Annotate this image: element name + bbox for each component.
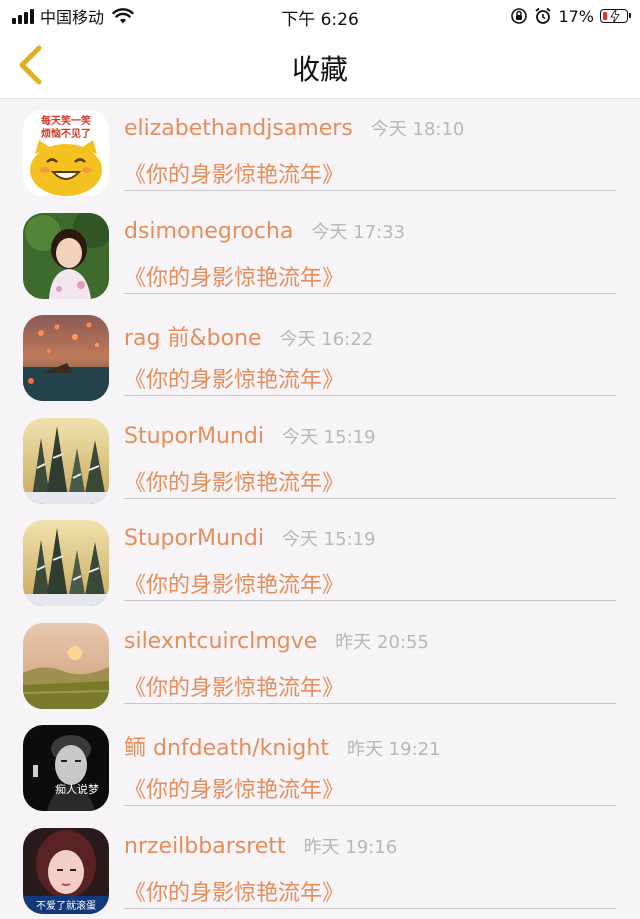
song-title[interactable]: 《你的身影惊艳流年》 — [124, 772, 344, 804]
song-title[interactable]: 《你的身影惊艳流年》 — [124, 157, 344, 189]
song-title[interactable]: 《你的身影惊艳流年》 — [124, 670, 344, 702]
row-body: StuporMundi 今天 15:19 《你的身影惊艳流年》 — [124, 407, 616, 510]
divider — [124, 805, 616, 806]
list-item[interactable]: StuporMundi 今天 15:19 《你的身影惊艳流年》 — [0, 509, 640, 612]
user-name[interactable]: StuporMundi — [124, 424, 264, 449]
orientation-lock-icon — [510, 7, 528, 25]
user-name[interactable]: elizabethandjsamers — [124, 116, 353, 141]
row-body: StuporMundi 今天 15:19 《你的身影惊艳流年》 — [124, 509, 616, 612]
timestamp: 今天 18:10 — [371, 115, 465, 141]
list-item[interactable]: 痴人说梦 鲕 dnfdeath/knight 昨天 19:21 《你的身影惊艳流… — [0, 714, 640, 817]
list-item[interactable]: rag 前&bone 今天 16:22 《你的身影惊艳流年》 — [0, 304, 640, 407]
row-body: dsimonegrocha 今天 17:33 《你的身影惊艳流年》 — [124, 202, 616, 305]
user-name[interactable]: nrzeilbbarsrett — [124, 834, 286, 859]
user-name[interactable]: StuporMundi — [124, 526, 264, 551]
song-title[interactable]: 《你的身影惊艳流年》 — [124, 260, 344, 292]
row-body: nrzeilbbarsrett 昨天 19:16 《你的身影惊艳流年》 — [124, 817, 616, 919]
avatar[interactable]: 痴人说梦 — [23, 725, 109, 811]
divider — [124, 703, 616, 704]
user-name[interactable]: 鲕 dnfdeath/knight — [124, 730, 329, 762]
alarm-icon — [534, 7, 552, 25]
timestamp: 昨天 20:55 — [335, 628, 429, 654]
page-title: 收藏 — [0, 48, 640, 88]
avatar-caption: 痴人说梦 — [55, 782, 99, 796]
divider — [124, 600, 616, 601]
list-item[interactable]: 不爱了就滚蛋 nrzeilbbarsrett 昨天 19:16 《你的身影惊艳流… — [0, 817, 640, 919]
list-item[interactable]: silexntcuirclmgve 昨天 20:55 《你的身影惊艳流年》 — [0, 612, 640, 715]
avatar-caption: 每天笑一笑 — [41, 114, 91, 127]
battery-fill — [603, 12, 607, 20]
nav-bar: 收藏 — [0, 32, 640, 99]
avatar[interactable] — [23, 213, 109, 299]
timestamp: 今天 16:22 — [280, 325, 374, 351]
favorites-list: 每天笑一笑 烦恼不见了 elizabethandjsamers 今天 18:10… — [0, 99, 640, 919]
list-item[interactable]: 每天笑一笑 烦恼不见了 elizabethandjsamers 今天 18:10… — [0, 99, 640, 202]
divider — [124, 395, 616, 396]
timestamp: 今天 15:19 — [282, 525, 376, 551]
user-name[interactable]: rag 前&bone — [124, 320, 262, 352]
divider — [124, 908, 616, 909]
list-item[interactable]: dsimonegrocha 今天 17:33 《你的身影惊艳流年》 — [0, 202, 640, 305]
battery-percent: 17% — [558, 7, 594, 26]
user-name[interactable]: dsimonegrocha — [124, 219, 293, 244]
battery-icon — [600, 9, 628, 23]
status-right: 17% — [510, 5, 628, 27]
row-body: 鲕 dnfdeath/knight 昨天 19:21 《你的身影惊艳流年》 — [124, 714, 616, 817]
song-title[interactable]: 《你的身影惊艳流年》 — [124, 362, 344, 394]
divider — [124, 498, 616, 499]
avatar[interactable] — [23, 315, 109, 401]
timestamp: 昨天 19:16 — [304, 833, 398, 859]
timestamp: 昨天 19:21 — [347, 735, 441, 761]
status-bar: 中国移动 下午 6:26 17% — [0, 0, 640, 32]
avatar[interactable] — [23, 520, 109, 606]
avatar[interactable] — [23, 623, 109, 709]
song-title[interactable]: 《你的身影惊艳流年》 — [124, 465, 344, 497]
svg-text:烦恼不见了: 烦恼不见了 — [41, 127, 91, 140]
avatar[interactable]: 不爱了就滚蛋 — [23, 828, 109, 914]
row-body: elizabethandjsamers 今天 18:10 《你的身影惊艳流年》 — [124, 99, 616, 202]
row-body: silexntcuirclmgve 昨天 20:55 《你的身影惊艳流年》 — [124, 612, 616, 715]
song-title[interactable]: 《你的身影惊艳流年》 — [124, 567, 344, 599]
timestamp: 今天 17:33 — [311, 218, 405, 244]
charging-bolt-icon — [609, 9, 621, 23]
user-name[interactable]: silexntcuirclmgve — [124, 629, 317, 654]
timestamp: 今天 15:19 — [282, 423, 376, 449]
song-title[interactable]: 《你的身影惊艳流年》 — [124, 875, 344, 907]
divider — [124, 190, 616, 191]
list-item[interactable]: StuporMundi 今天 15:19 《你的身影惊艳流年》 — [0, 407, 640, 510]
avatar[interactable] — [23, 418, 109, 504]
avatar[interactable]: 每天笑一笑 烦恼不见了 — [23, 110, 109, 196]
row-body: rag 前&bone 今天 16:22 《你的身影惊艳流年》 — [124, 304, 616, 407]
divider — [124, 293, 616, 294]
